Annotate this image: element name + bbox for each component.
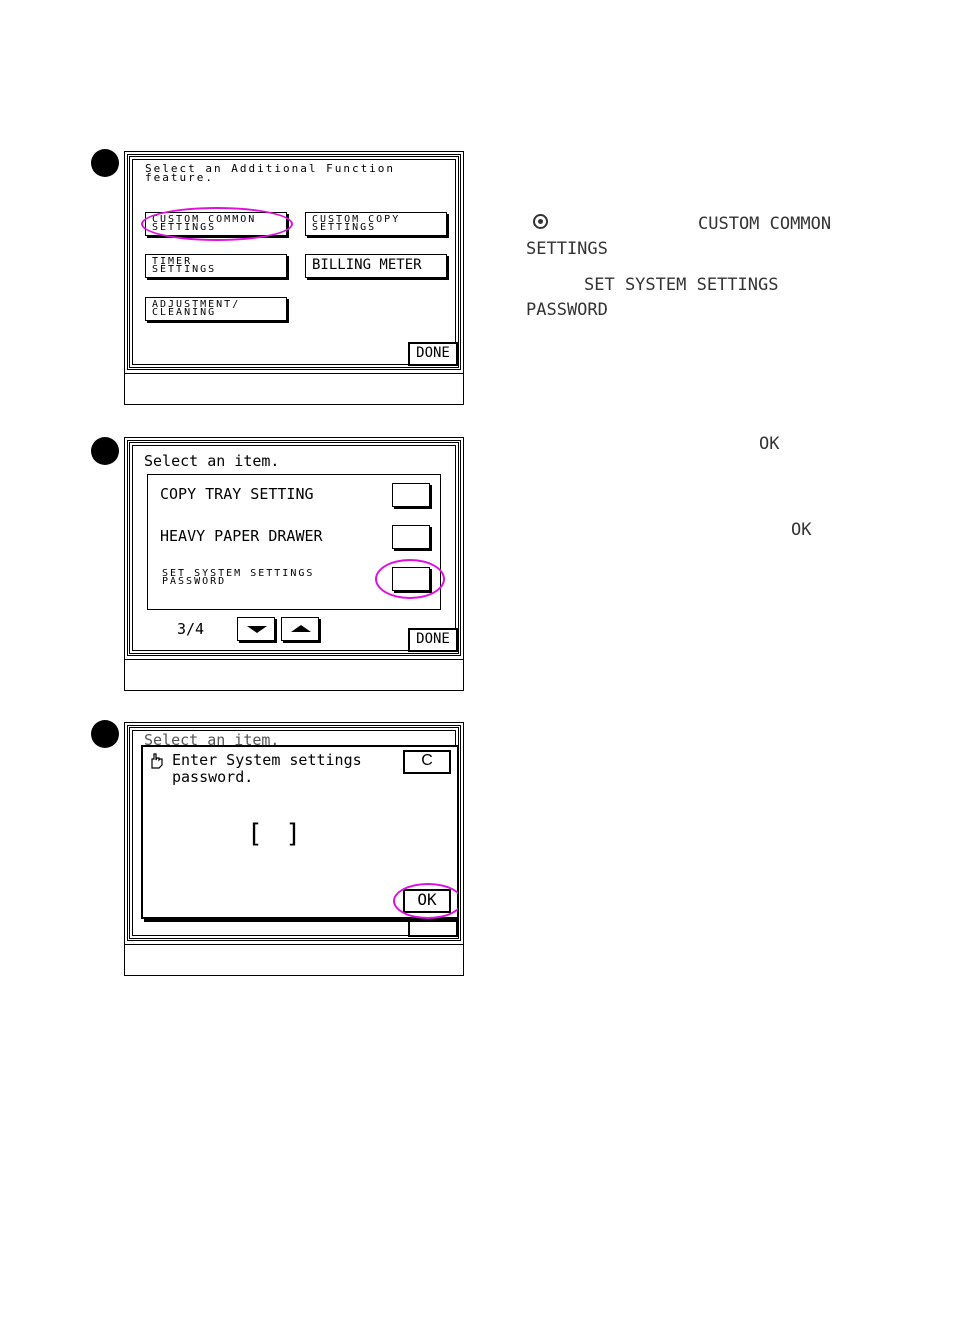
list-item-label: HEAVY PAPER DRAWER — [160, 527, 323, 545]
step-1-panel: Select an Additional Function feature. C… — [124, 151, 464, 405]
timer-settings-button[interactable]: TIMER SETTINGS — [145, 254, 287, 278]
instruction-text: SETTINGS — [526, 239, 608, 259]
scroll-down-button[interactable] — [237, 617, 275, 641]
ok-button[interactable]: OK — [403, 889, 451, 913]
custom-common-settings-button[interactable]: CUSTOM COMMON SETTINGS — [145, 212, 287, 236]
instruction-text: PASSWORD — [526, 300, 608, 320]
password-field[interactable]: [ ] — [247, 819, 301, 849]
ok-key-reference: OK — [759, 434, 780, 454]
hand-pointer-icon — [151, 753, 163, 769]
ok-key-reference: OK — [791, 520, 812, 540]
password-bracket-open: [ — [247, 819, 263, 849]
down-arrow-icon — [247, 626, 267, 633]
dialog-title: password. — [172, 768, 254, 786]
panel-footer — [125, 659, 463, 690]
touch-screen: Select an item. Enter System settings pa… — [127, 725, 461, 941]
touch-screen: Select an Additional Function feature. C… — [127, 154, 461, 370]
instruction-text: SET SYSTEM SETTINGS — [584, 275, 779, 295]
gear-icon — [533, 214, 548, 229]
page-indicator: 3/4 — [177, 620, 205, 638]
up-arrow-icon — [291, 625, 311, 632]
copy-tray-setting-key[interactable] — [392, 483, 430, 507]
list-item-label: SET SYSTEM SETTINGS PASSWORD — [162, 568, 315, 587]
screen-prompt: Select an item. — [144, 452, 280, 470]
list-item-label: COPY TRAY SETTING — [160, 485, 314, 503]
password-bracket-close: ] — [285, 819, 301, 849]
instruction-text: CUSTOM COMMON — [698, 214, 832, 234]
screen-prompt: Select an Additional Function feature. — [145, 162, 396, 184]
item-list: COPY TRAY SETTING HEAVY PAPER DRAWER SET… — [147, 474, 445, 610]
password-dialog: Enter System settings password. C [ ] OK — [141, 745, 458, 919]
panel-footer — [125, 944, 463, 975]
scroll-up-button[interactable] — [281, 617, 319, 641]
step-2-panel: Select an item. COPY TRAY SETTING HEAVY … — [124, 437, 464, 691]
step-3-panel: Select an item. Enter System settings pa… — [124, 722, 464, 976]
done-button[interactable]: DONE — [408, 342, 458, 366]
step-2-bullet — [91, 437, 119, 465]
done-button[interactable]: DONE — [408, 628, 458, 652]
step-1-bullet — [91, 149, 119, 177]
set-system-settings-password-key[interactable] — [392, 567, 430, 591]
touch-screen: Select an item. COPY TRAY SETTING HEAVY … — [127, 440, 461, 656]
dialog-title: Enter System settings — [172, 751, 362, 769]
clear-button[interactable]: C — [403, 750, 451, 774]
custom-copy-settings-button[interactable]: CUSTOM COPY SETTINGS — [305, 212, 447, 236]
billing-meter-button[interactable]: BILLING METER — [305, 254, 447, 278]
step-3-bullet — [91, 720, 119, 748]
adjustment-cleaning-button[interactable]: ADJUSTMENT/ CLEANING — [145, 297, 287, 321]
heavy-paper-drawer-key[interactable] — [392, 525, 430, 549]
panel-footer — [125, 373, 463, 404]
